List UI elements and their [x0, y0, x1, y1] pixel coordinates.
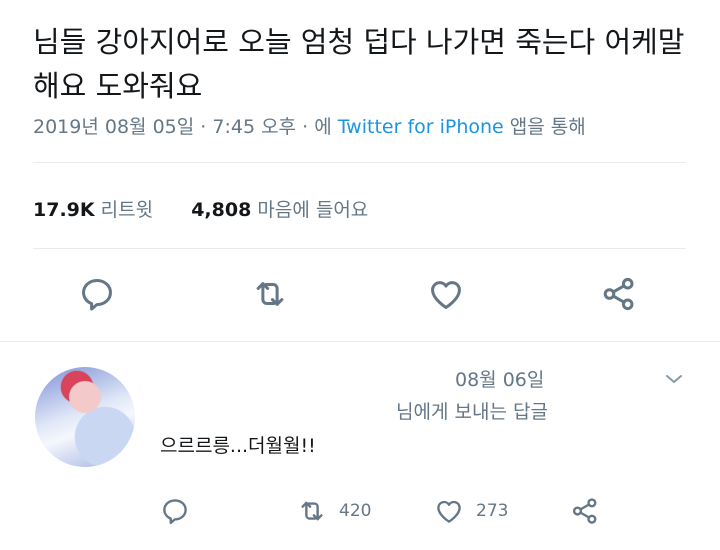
- reply-icon: [163, 499, 187, 525]
- retweet-icon: [256, 282, 284, 306]
- reply-retweet-button[interactable]: 420: [297, 493, 371, 529]
- tweet-stats: 17.9K 리트윗 4,808 마음에 들어요: [33, 195, 368, 222]
- share-button[interactable]: [597, 272, 641, 316]
- divider: [0, 341, 720, 342]
- meta-separator: ·: [200, 116, 207, 138]
- retweets-count[interactable]: 17.9K: [33, 199, 95, 221]
- share-icon: [572, 498, 597, 524]
- share-icon: [603, 277, 634, 311]
- likes-label[interactable]: 마음에 들어요: [257, 199, 368, 221]
- client-link[interactable]: Twitter for iPhone: [338, 116, 504, 138]
- like-button[interactable]: [424, 272, 468, 316]
- tweet-meta: 2019년 08월 05일 · 7:45 오후 · 에 Twitter for …: [33, 112, 586, 139]
- divider: [33, 162, 686, 163]
- reply-share-button[interactable]: [570, 493, 600, 529]
- reply-action-bar: 420 273: [0, 493, 720, 529]
- reply-tweet[interactable]: 08월 06일 님에게 보내는 답글 으르르릉...더월월!! 420 273: [0, 355, 720, 550]
- via-suffix: 앱을 통해: [509, 116, 586, 138]
- meta-separator: ·: [302, 116, 309, 138]
- likes-count[interactable]: 4,808: [191, 199, 251, 221]
- divider: [33, 248, 686, 249]
- reply-button[interactable]: [75, 272, 119, 316]
- replying-to: 님에게 보내는 답글: [396, 401, 548, 423]
- retweet-button[interactable]: [248, 272, 292, 316]
- tweet-text: 님들 강아지어로 오늘 엄청 덥다 나가면 죽는다 어케말해요 도와줘요: [33, 25, 685, 103]
- tweet-action-bar: [0, 272, 720, 322]
- heart-icon: [431, 281, 461, 309]
- reply-icon: [82, 279, 112, 311]
- avatar[interactable]: [35, 367, 135, 467]
- retweet-icon: [301, 501, 323, 521]
- retweets-label[interactable]: 리트윗: [101, 199, 153, 221]
- reply-text: 으르르릉...더월월!!: [160, 435, 316, 457]
- heart-icon: [437, 500, 461, 523]
- more-options-button[interactable]: [662, 367, 686, 391]
- tweet-time: 7:45 오후: [212, 116, 297, 138]
- reply-date: 08월 06일: [455, 369, 545, 391]
- reply-retweet-count: 420: [339, 501, 372, 521]
- via-prefix: 에: [314, 116, 332, 138]
- reply-reply-button[interactable]: [160, 493, 190, 529]
- tweet-date: 2019년 08월 05일: [33, 116, 195, 138]
- chevron-down-icon: [666, 375, 682, 383]
- reply-like-count: 273: [476, 501, 509, 521]
- reply-like-button[interactable]: 273: [434, 493, 508, 529]
